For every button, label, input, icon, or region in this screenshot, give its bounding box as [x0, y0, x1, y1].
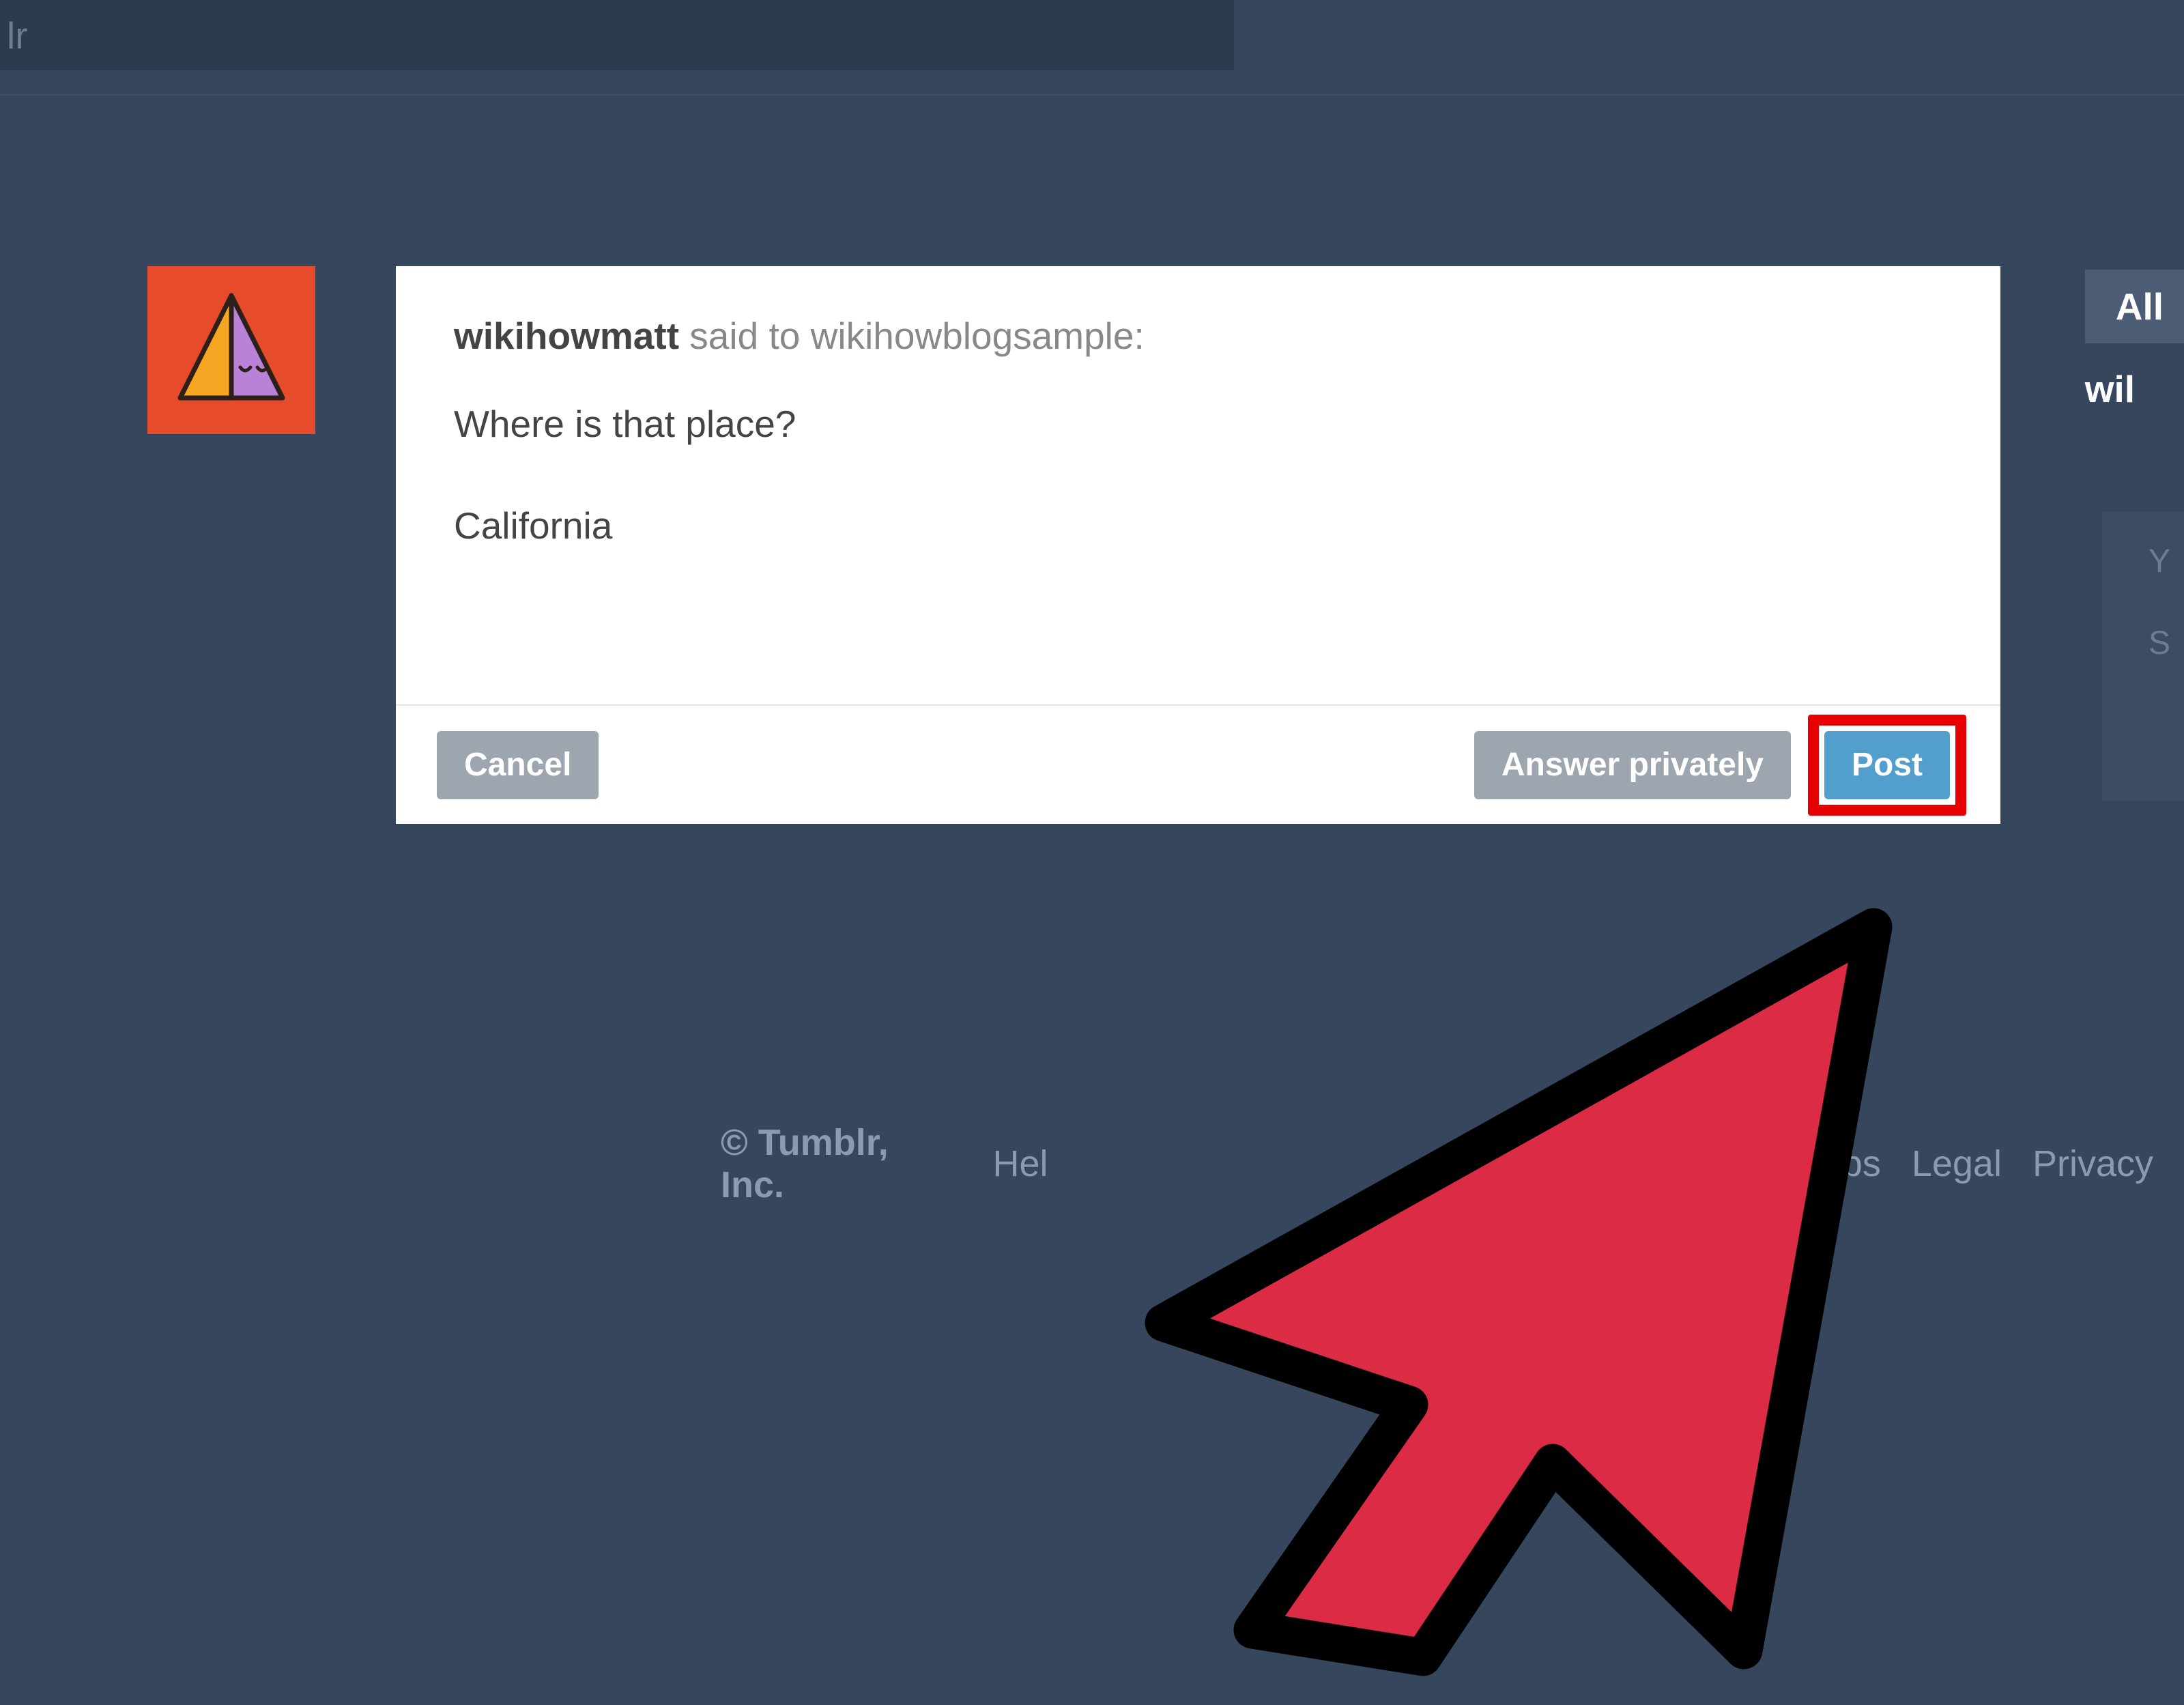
- cursor-annotation-icon: [1054, 886, 1976, 1705]
- sidebar-panel-row-s: S: [2102, 580, 2184, 662]
- footer: © Tumblr, Inc. Hel es Jobs Legal Privacy: [721, 1121, 2184, 1206]
- answer-privately-button[interactable]: Answer privately: [1474, 731, 1791, 799]
- recipient-username: wikihowblogsample:: [811, 315, 1145, 357]
- footer-es-fragment[interactable]: es: [1734, 1143, 1772, 1185]
- main-content: wikihowmatt said to wikihowblogsample: W…: [147, 266, 2000, 824]
- footer-legal-link[interactable]: Legal: [1912, 1143, 2002, 1185]
- post-actions-bar: Cancel Answer privately Post: [396, 704, 2000, 824]
- footer-help-link[interactable]: Hel: [993, 1143, 1048, 1185]
- ask-answer-input[interactable]: California: [396, 449, 2000, 704]
- post-button-highlight: Post: [1808, 715, 1966, 816]
- said-to-text: said to: [679, 315, 811, 357]
- sidebar-panel: Y S: [2102, 512, 2184, 801]
- avatar[interactable]: [147, 266, 315, 434]
- footer-privacy-link[interactable]: Privacy: [2032, 1143, 2153, 1185]
- footer-copyright: © Tumblr, Inc.: [721, 1121, 962, 1206]
- search-input[interactable]: lr: [0, 0, 1234, 70]
- pyramid-avatar-icon: [163, 282, 300, 418]
- post-button[interactable]: Post: [1824, 731, 1950, 799]
- sender-username[interactable]: wikihowmatt: [454, 315, 679, 357]
- ask-post-card: wikihowmatt said to wikihowblogsample: W…: [396, 266, 2000, 824]
- ask-header: wikihowmatt said to wikihowblogsample:: [396, 266, 2000, 378]
- sidebar-panel-row-y: Y: [2102, 512, 2184, 580]
- sidebar: All wil: [2085, 270, 2184, 465]
- footer-jobs-link[interactable]: Jobs: [1803, 1143, 1881, 1185]
- sidebar-wil-text: wil: [2085, 367, 2184, 411]
- cancel-button[interactable]: Cancel: [437, 731, 599, 799]
- search-value: lr: [7, 14, 28, 57]
- ask-question: Where is that place?: [396, 378, 2000, 449]
- sidebar-all-button[interactable]: All: [2085, 270, 2184, 343]
- actions-right-group: Answer privately Post: [1474, 715, 1966, 816]
- topbar: lr: [0, 0, 2184, 96]
